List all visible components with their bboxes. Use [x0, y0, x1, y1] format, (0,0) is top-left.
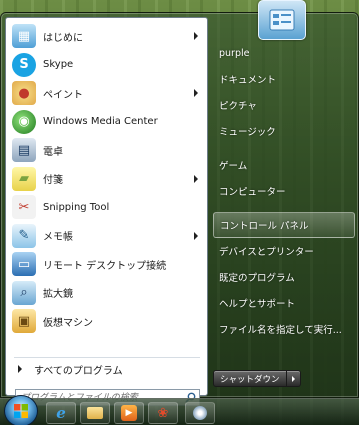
windows-logo-icon	[14, 404, 28, 418]
program-list: ▦ はじめに S Skype ● ペイント ◉ Windows Media Ce…	[6, 22, 207, 336]
divider	[14, 357, 200, 358]
magnifier-icon: ⌕	[12, 280, 36, 305]
shutdown-button[interactable]: シャットダウン	[213, 370, 287, 387]
separator	[213, 144, 355, 152]
shutdown-options-button[interactable]	[286, 370, 301, 387]
skype-icon: S	[12, 52, 36, 77]
internet-explorer-icon: e	[56, 404, 66, 422]
program-item-remote-desktop[interactable]: ▭ リモート デスクトップ接続	[6, 250, 207, 279]
sticky-notes-icon: ▰	[12, 166, 36, 191]
program-item-notepad[interactable]: ✎ メモ帳	[6, 222, 207, 251]
games-link[interactable]: ゲーム	[213, 152, 355, 178]
program-label: Windows Media Center	[43, 116, 158, 128]
taskbar-app[interactable]	[185, 402, 215, 424]
submenu-arrow-icon[interactable]	[194, 231, 198, 240]
snipping-tool-icon: ✂	[12, 195, 36, 220]
program-item-snipping-tool[interactable]: ✂ Snipping Tool	[6, 193, 207, 222]
virtual-machine-icon: ▣	[12, 309, 36, 334]
program-label: ペイント	[43, 89, 83, 101]
start-button[interactable]	[4, 395, 38, 425]
documents-link[interactable]: ドキュメント	[213, 66, 355, 92]
program-item-media-center[interactable]: ◉ Windows Media Center	[6, 108, 207, 137]
getting-started-icon: ▦	[12, 24, 36, 49]
all-programs-button[interactable]: すべてのプログラム	[6, 359, 207, 379]
calculator-icon: ▤	[12, 138, 36, 163]
user-folder-link[interactable]: purple	[213, 40, 355, 66]
computer-link[interactable]: コンピューター	[213, 178, 355, 204]
program-item-getting-started[interactable]: ▦ はじめに	[6, 22, 207, 51]
user-picture[interactable]	[258, 0, 306, 40]
taskbar-paint[interactable]: ❀	[148, 402, 178, 424]
submenu-arrow-icon[interactable]	[194, 174, 198, 183]
program-label: 付箋	[43, 175, 63, 187]
submenu-arrow-icon[interactable]	[194, 89, 198, 97]
submenu-arrow-icon[interactable]	[194, 32, 198, 40]
folder-icon	[87, 407, 103, 419]
user-picture-icon	[269, 9, 295, 31]
taskbar-internet-explorer[interactable]: e	[46, 402, 76, 424]
program-label: 拡大鏡	[43, 289, 73, 301]
program-label: リモート デスクトップ接続	[43, 260, 167, 272]
program-item-virtual-machine[interactable]: ▣ 仮想マシン	[6, 307, 207, 336]
help-support-link[interactable]: ヘルプとサポート	[213, 290, 355, 316]
gauge-icon	[193, 406, 207, 420]
program-item-paint[interactable]: ● ペイント	[6, 79, 207, 108]
music-link[interactable]: ミュージック	[213, 118, 355, 144]
pictures-link[interactable]: ピクチャ	[213, 92, 355, 118]
paint-app-icon: ❀	[157, 405, 169, 421]
program-item-skype[interactable]: S Skype	[6, 51, 207, 80]
devices-printers-link[interactable]: デバイスとプリンター	[213, 238, 355, 264]
media-player-icon: ▶	[121, 405, 137, 421]
program-item-sticky-notes[interactable]: ▰ 付箋	[6, 165, 207, 194]
control-panel-link[interactable]: コントロール パネル	[213, 212, 355, 238]
program-label: はじめに	[43, 32, 83, 44]
program-label: 仮想マシン	[43, 317, 93, 329]
program-label: 電卓	[43, 146, 63, 158]
run-link[interactable]: ファイル名を指定して実行...	[213, 316, 355, 342]
separator	[213, 204, 355, 212]
chevron-right-icon	[291, 375, 295, 382]
program-item-calculator[interactable]: ▤ 電卓	[6, 136, 207, 165]
program-label: メモ帳	[43, 232, 73, 244]
notepad-icon: ✎	[12, 223, 36, 248]
programs-pane: ▦ はじめに S Skype ● ペイント ◉ Windows Media Ce…	[5, 17, 208, 406]
program-item-magnifier[interactable]: ⌕ 拡大鏡	[6, 279, 207, 308]
program-label: Snipping Tool	[43, 201, 110, 213]
taskbar-explorer[interactable]	[80, 402, 110, 424]
all-programs-label: すべてのプログラム	[34, 365, 123, 377]
program-label: Skype	[43, 59, 74, 71]
taskbar: e ▶ ❀	[0, 395, 359, 425]
default-programs-link[interactable]: 既定のプログラム	[213, 264, 355, 290]
taskbar-media-player[interactable]: ▶	[114, 402, 144, 424]
remote-desktop-icon: ▭	[12, 252, 36, 277]
media-center-icon: ◉	[12, 109, 36, 134]
paint-icon: ●	[12, 81, 36, 106]
right-pane: purple ドキュメント ピクチャ ミュージック ゲーム コンピューター コン…	[213, 40, 355, 342]
expand-arrow-icon	[18, 365, 22, 373]
shutdown-group: シャットダウン	[213, 370, 301, 387]
